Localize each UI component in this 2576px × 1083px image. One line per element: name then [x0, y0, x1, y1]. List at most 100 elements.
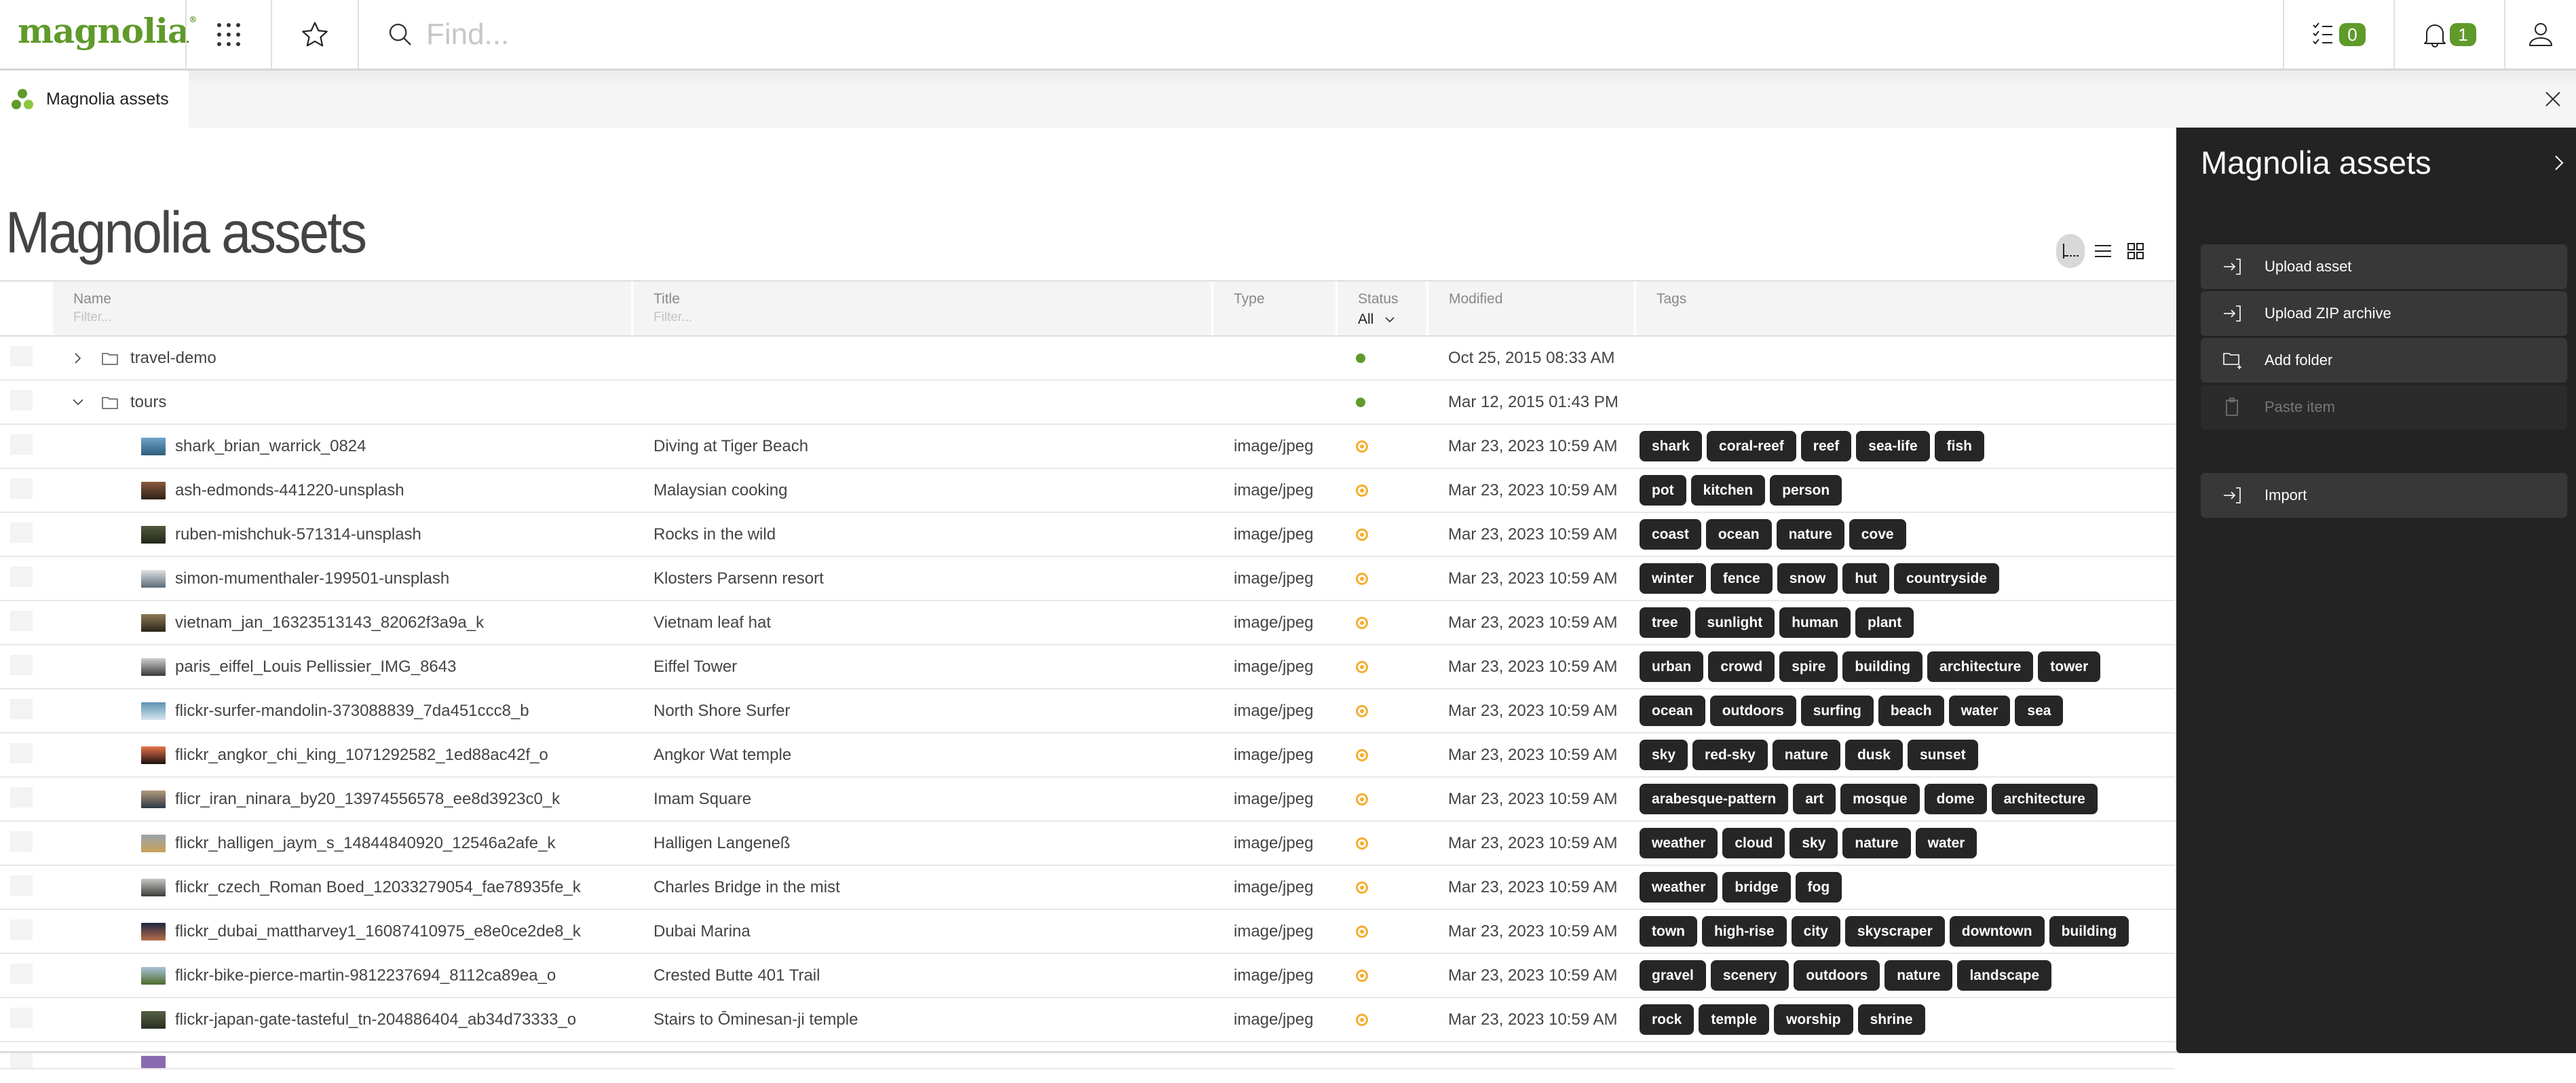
- tag-chip[interactable]: building: [1842, 651, 1923, 682]
- tag-chip[interactable]: sunlight: [1694, 607, 1775, 638]
- tag-chip[interactable]: coral-reef: [1707, 431, 1796, 461]
- item-name[interactable]: flicr_iran_ninara_by20_13974556578_ee8d3…: [175, 790, 560, 809]
- close-app-button[interactable]: [2542, 88, 2564, 110]
- item-name[interactable]: flickr_czech_Roman Boed_12033279054_fae7…: [175, 878, 581, 897]
- asset-row[interactable]: flickr_dubai_mattharvey1_16087410975_e8e…: [0, 910, 2175, 954]
- asset-row[interactable]: flickr_angkor_chi_king_1071292582_1ed88a…: [0, 734, 2175, 778]
- column-header-name[interactable]: Name: [53, 282, 631, 335]
- tag-chip[interactable]: cloud: [1722, 828, 1785, 858]
- tag-chip[interactable]: outdoors: [1709, 696, 1796, 726]
- tasks-button[interactable]: 0: [2284, 0, 2393, 69]
- row-select-checkbox[interactable]: [10, 787, 33, 808]
- tag-chip[interactable]: landscape: [1957, 960, 2052, 991]
- tag-chip[interactable]: sea-life: [1856, 431, 1930, 461]
- tag-chip[interactable]: scenery: [1710, 960, 1789, 991]
- tag-chip[interactable]: human: [1779, 607, 1851, 638]
- tag-chip[interactable]: architecture: [1927, 651, 2034, 682]
- tag-chip[interactable]: sky: [1789, 828, 1838, 858]
- tag-chip[interactable]: weather: [1640, 828, 1718, 858]
- item-name[interactable]: flickr_dubai_mattharvey1_16087410975_e8e…: [175, 922, 581, 941]
- tag-chip[interactable]: mosque: [1840, 784, 1920, 814]
- action-upload-zip-archive[interactable]: Upload ZIP archive: [2201, 291, 2567, 336]
- row-select-checkbox[interactable]: [10, 743, 33, 763]
- title-filter-input[interactable]: [654, 310, 1156, 325]
- row-select-checkbox[interactable]: [10, 611, 33, 631]
- row-select-checkbox[interactable]: [10, 964, 33, 984]
- favorites-button[interactable]: [272, 0, 358, 69]
- tag-chip[interactable]: architecture: [1991, 784, 2098, 814]
- tag-chip[interactable]: art: [1793, 784, 1836, 814]
- column-header-tags[interactable]: Tags: [1636, 282, 2175, 335]
- asset-row[interactable]: shark_brian_warrick_0824 Diving at Tiger …: [0, 425, 2175, 469]
- row-select-checkbox[interactable]: [10, 390, 33, 411]
- row-select-checkbox[interactable]: [10, 346, 33, 366]
- name-filter-input[interactable]: [73, 310, 575, 325]
- item-name[interactable]: flickr-bike-pierce-martin-9812237694_811…: [175, 966, 556, 985]
- row-select-checkbox[interactable]: [10, 1008, 33, 1028]
- tag-chip[interactable]: fish: [1934, 431, 1985, 461]
- row-select-checkbox[interactable]: [10, 655, 33, 675]
- tag-chip[interactable]: nature: [1842, 828, 1911, 858]
- tag-chip[interactable]: town: [1640, 916, 1697, 947]
- tag-chip[interactable]: tree: [1640, 607, 1690, 638]
- action-add-folder[interactable]: Add folder: [2201, 338, 2567, 383]
- tag-chip[interactable]: city: [1791, 916, 1840, 947]
- tag-chip[interactable]: downtown: [1949, 916, 2045, 947]
- column-header-type[interactable]: Type: [1213, 282, 1336, 335]
- tag-chip[interactable]: beach: [1878, 696, 1944, 726]
- tag-chip[interactable]: sunset: [1907, 740, 1978, 770]
- tag-chip[interactable]: tower: [2038, 651, 2101, 682]
- tag-chip[interactable]: coast: [1640, 519, 1701, 550]
- tag-chip[interactable]: crowd: [1708, 651, 1775, 682]
- asset-row[interactable]: vietnam_jan_16323513143_82062f3a9a_k Viet…: [0, 601, 2175, 645]
- row-select-checkbox[interactable]: [10, 831, 33, 852]
- tag-chip[interactable]: arabesque-pattern: [1640, 784, 1789, 814]
- asset-row[interactable]: ruben-mishchuk-571314-unsplash Rocks in t…: [0, 513, 2175, 557]
- tag-chip[interactable]: urban: [1640, 651, 1704, 682]
- asset-row[interactable]: ash-edmonds-441220-unsplash Malaysian coo…: [0, 469, 2175, 513]
- tag-chip[interactable]: shrine: [1857, 1004, 1925, 1035]
- row-select-checkbox[interactable]: [10, 919, 33, 940]
- tag-chip[interactable]: pot: [1640, 475, 1686, 506]
- tag-chip[interactable]: surfing: [1800, 696, 1874, 726]
- tag-chip[interactable]: dusk: [1844, 740, 1903, 770]
- tag-chip[interactable]: high-rise: [1701, 916, 1787, 947]
- folder-row[interactable]: tours Mar 12, 2015 01:43 PM: [0, 381, 2175, 425]
- tag-chip[interactable]: ocean: [1705, 519, 1772, 550]
- tag-chip[interactable]: water: [1915, 828, 1977, 858]
- tag-chip[interactable]: red-sky: [1692, 740, 1768, 770]
- tag-chip[interactable]: winter: [1640, 563, 1706, 594]
- tag-chip[interactable]: countryside: [1894, 563, 2000, 594]
- tag-chip[interactable]: ocean: [1640, 696, 1705, 726]
- user-menu-button[interactable]: [2505, 0, 2576, 69]
- asset-row[interactable]: flickr-japan-gate-tasteful_tn-204886404_…: [0, 998, 2175, 1042]
- item-name[interactable]: simon-mumenthaler-199501-unsplash: [175, 569, 449, 588]
- column-header-status[interactable]: Status All: [1338, 282, 1426, 335]
- row-select-checkbox[interactable]: [10, 1052, 33, 1068]
- column-header-title[interactable]: Title: [633, 282, 1211, 335]
- tag-chip[interactable]: spire: [1779, 651, 1838, 682]
- tag-chip[interactable]: shark: [1640, 431, 1703, 461]
- item-name[interactable]: flickr_angkor_chi_king_1071292582_1ed88a…: [175, 746, 548, 765]
- item-name[interactable]: ash-edmonds-441220-unsplash: [175, 481, 404, 500]
- search-bar[interactable]: [360, 0, 2280, 69]
- tag-chip[interactable]: gravel: [1640, 960, 1706, 991]
- tab-magnolia-assets[interactable]: Magnolia assets: [0, 71, 189, 128]
- item-name[interactable]: tours: [130, 393, 166, 412]
- tag-chip[interactable]: nature: [1884, 960, 1953, 991]
- magnolia-logo[interactable]: magnolia®: [18, 11, 197, 51]
- tree-view-button[interactable]: [2056, 234, 2085, 268]
- tag-chip[interactable]: skyscraper: [1844, 916, 1945, 947]
- notifications-button[interactable]: 1: [2395, 0, 2504, 69]
- tag-chip[interactable]: cove: [1849, 519, 1906, 550]
- tag-chip[interactable]: person: [1770, 475, 1842, 506]
- asset-row[interactable]: flickr_halligen_jaym_s_14844840920_12546…: [0, 822, 2175, 866]
- collapse-action-bar-button[interactable]: [2554, 155, 2564, 174]
- tag-chip[interactable]: dome: [1924, 784, 1987, 814]
- item-name[interactable]: vietnam_jan_16323513143_82062f3a9a_k: [175, 613, 484, 632]
- row-select-checkbox[interactable]: [10, 567, 33, 587]
- column-header-modified[interactable]: Modified: [1428, 282, 1634, 335]
- asset-row[interactable]: flickr-bike-pierce-martin-9812237694_811…: [0, 954, 2175, 998]
- app-launcher-button[interactable]: [187, 0, 271, 69]
- tag-chip[interactable]: water: [1948, 696, 2011, 726]
